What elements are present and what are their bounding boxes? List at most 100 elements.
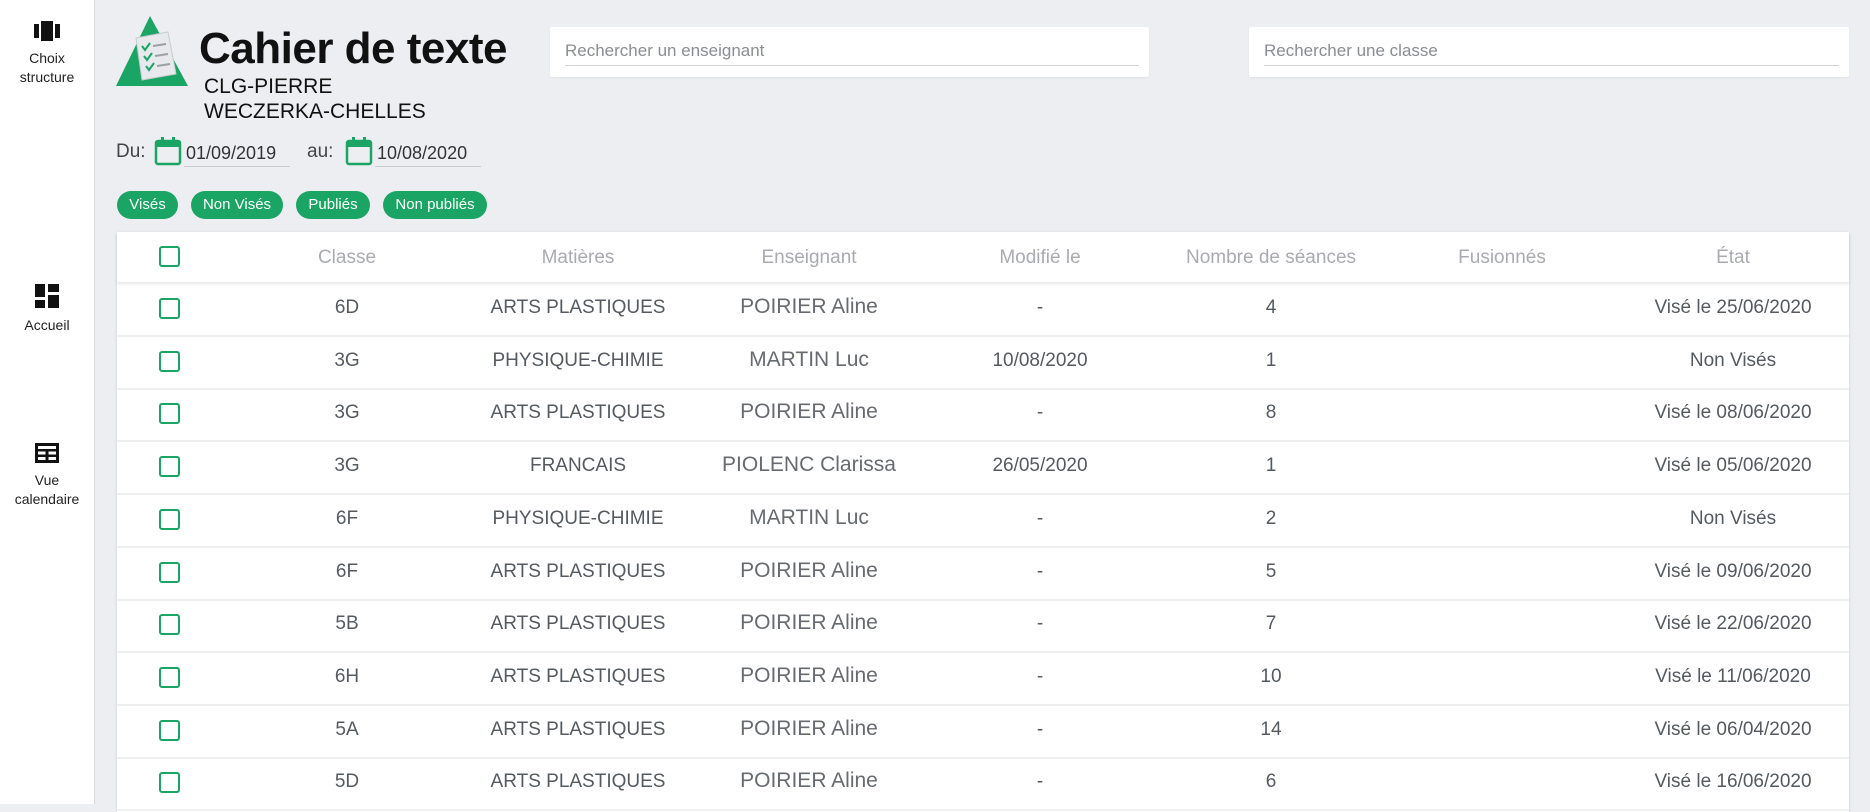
calendar-icon[interactable] (154, 136, 182, 166)
view-carousel-icon (34, 21, 60, 41)
cell-enseignant: POIRIER Aline (740, 716, 878, 740)
cell-etat: Visé le 08/06/2020 (1654, 402, 1812, 424)
cell-modifie: - (1036, 560, 1044, 582)
filter-publies-chip[interactable]: Publiés (296, 191, 370, 219)
cell-seances: 2 (1265, 507, 1277, 529)
cell-enseignant: POIRIER Aline (740, 663, 878, 687)
calendar-icon[interactable] (345, 136, 373, 166)
row-checkbox[interactable] (159, 350, 180, 372)
row-checkbox[interactable] (159, 614, 180, 636)
cahier-table: Classe Matières Enseignant Modifié le No… (117, 232, 1849, 812)
cell-classe: 5D (334, 771, 360, 793)
table-row[interactable]: 6F PHYSIQUE-CHIMIE MARTIN Luc - 2 Non Visés (117, 494, 1849, 548)
table-row[interactable]: 3G PHYSIQUE-CHIMIE MARTIN Luc 10/08/2020 1 No… (117, 336, 1849, 390)
cell-enseignant: PIOLENC Clarissa (722, 453, 896, 477)
page-title: Cahier de texte (199, 24, 507, 73)
filter-non-publies-chip[interactable]: Non publiés (383, 191, 487, 219)
column-header-etat[interactable]: État (1716, 247, 1750, 269)
cell-classe: 3G (334, 349, 360, 371)
sidebar: Choix structure Accueil Vue calendaire (0, 0, 95, 804)
cell-enseignant: MARTIN Luc (749, 505, 869, 529)
nav-vue-calendaire[interactable]: Vue calendaire (0, 443, 94, 509)
dashboard-icon (35, 284, 59, 308)
cell-classe: 6D (334, 297, 360, 318)
cell-seances: 14 (1260, 718, 1282, 740)
nav-choix-structure[interactable]: Choix structure (0, 21, 94, 87)
cell-matiere: ARTS PLASTIQUES (490, 613, 666, 635)
select-all-checkbox[interactable] (159, 246, 180, 267)
row-checkbox[interactable] (159, 298, 180, 319)
table-row[interactable]: 3G ARTS PLASTIQUES POIRIER Aline - 8 Visé le … (117, 388, 1849, 443)
cell-etat: Visé le 05/06/2020 (1654, 455, 1812, 477)
cell-etat: Visé le 06/04/2020 (1654, 718, 1812, 740)
table-header: Classe Matières Enseignant Modifié le No… (117, 232, 1849, 282)
table-row[interactable]: 5B ARTS PLASTIQUES POIRIER Aline - 7 Visé le … (117, 599, 1849, 654)
cell-matiere: ARTS PLASTIQUES (490, 771, 666, 793)
row-checkbox[interactable] (159, 666, 180, 688)
cell-classe: 6F (335, 507, 359, 529)
cell-matiere: ARTS PLASTIQUES (490, 718, 666, 740)
column-header-enseignant[interactable]: Enseignant (761, 247, 856, 269)
table-row[interactable]: 6D ARTS PLASTIQUES POIRIER Aline - 4 Visé le … (117, 283, 1849, 337)
date-from-label: Du: (116, 141, 146, 162)
table-row[interactable]: 6H ARTS PLASTIQUES POIRIER Aline - 10 Visé le… (117, 652, 1849, 706)
cell-enseignant: POIRIER Aline (740, 611, 878, 635)
column-header-fusionnes[interactable]: Fusionnés (1458, 247, 1546, 269)
nav-accueil[interactable]: Accueil (0, 284, 94, 335)
nav-label: Accueil (24, 317, 70, 333)
date-to-label: au: (307, 141, 334, 162)
column-header-seances[interactable]: Nombre de séances (1186, 247, 1356, 269)
filter-non-vises-chip[interactable]: Non Visés (191, 191, 283, 219)
cahier-logo-icon (116, 16, 188, 86)
nav-label: Choix structure (19, 50, 75, 85)
column-header-matieres[interactable]: Matières (542, 247, 615, 269)
cell-seances: 6 (1265, 771, 1277, 793)
school-name: CLG-PIERRE WECZERKA-CHELLES (204, 75, 426, 123)
cell-enseignant: POIRIER Aline (740, 295, 878, 318)
cell-seances: 7 (1265, 613, 1277, 635)
filter-vises-chip[interactable]: Visés (117, 191, 178, 219)
table-row[interactable]: 3G FRANCAIS PIOLENC Clarissa 26/05/2020 1 Vis… (117, 441, 1849, 496)
row-checkbox[interactable] (159, 508, 180, 530)
cell-modifie: 10/08/2020 (992, 349, 1088, 371)
cell-etat: Visé le 25/06/2020 (1654, 297, 1812, 318)
cell-classe: 3G (334, 455, 360, 477)
row-checkbox[interactable] (159, 456, 180, 478)
cell-enseignant: POIRIER Aline (740, 769, 878, 793)
cell-modifie: - (1036, 507, 1044, 529)
cell-modifie: - (1036, 665, 1044, 687)
cell-seances: 10 (1260, 665, 1282, 687)
search-teacher-box (550, 27, 1149, 77)
cell-matiere: PHYSIQUE-CHIMIE (492, 349, 664, 371)
row-checkbox[interactable] (159, 403, 180, 425)
calendar-grid-icon (35, 443, 59, 463)
cell-enseignant: POIRIER Aline (740, 558, 878, 582)
search-class-input[interactable] (1264, 37, 1839, 66)
cell-matiere: FRANCAIS (529, 455, 627, 477)
column-header-classe[interactable]: Classe (318, 247, 376, 269)
cell-etat: Visé le 22/06/2020 (1654, 613, 1812, 635)
cell-seances: 4 (1265, 297, 1277, 318)
cell-classe: 5B (335, 613, 359, 635)
cell-seances: 1 (1265, 455, 1277, 477)
cell-etat: Non Visés (1689, 349, 1777, 371)
cell-modifie: - (1036, 718, 1044, 740)
date-from-field[interactable]: 01/09/2019 (184, 140, 290, 167)
search-class-box (1249, 27, 1849, 77)
cell-modifie: 26/05/2020 (992, 455, 1088, 477)
search-teacher-input[interactable] (565, 37, 1139, 66)
row-checkbox[interactable] (159, 719, 180, 741)
cell-modifie: - (1036, 613, 1044, 635)
cell-etat: Non Visés (1689, 507, 1777, 529)
table-row[interactable]: 5A ARTS PLASTIQUES POIRIER Aline - 14 Visé le… (117, 705, 1849, 759)
row-checkbox[interactable] (159, 772, 180, 794)
cell-enseignant: POIRIER Aline (740, 400, 878, 424)
date-to-field[interactable]: 10/08/2020 (375, 140, 481, 167)
cell-classe: 3G (334, 402, 360, 424)
column-header-modifie[interactable]: Modifié le (999, 247, 1080, 269)
cell-seances: 5 (1265, 560, 1277, 582)
cell-modifie: - (1036, 297, 1044, 318)
table-row[interactable]: 6F ARTS PLASTIQUES POIRIER Aline - 5 Visé le … (117, 547, 1849, 601)
row-checkbox[interactable] (159, 561, 180, 583)
table-row[interactable]: 5D ARTS PLASTIQUES POIRIER Aline - 6 Visé le … (117, 757, 1849, 812)
